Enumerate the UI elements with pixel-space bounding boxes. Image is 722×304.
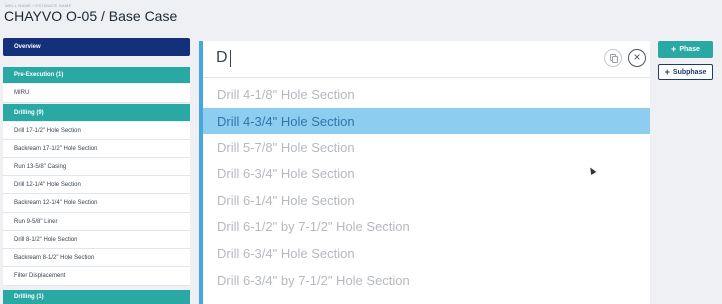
option-item-selected[interactable]: Drill 4-3/4" Hole Section (203, 108, 650, 134)
sidebar-item-label: Run 13-5/8" Casing (14, 163, 67, 170)
option-label: Drill 5-7/8" Hole Section (217, 139, 355, 155)
option-label: Drill 6-3/4" Hole Section (217, 165, 355, 181)
option-item[interactable]: Drill 5-7/8" Hole Section (203, 134, 650, 160)
add-subphase-button[interactable]: + Subphase (658, 64, 713, 80)
option-label: Drill 6-1/2" by 7-1/2" Hole Section (217, 218, 410, 234)
sidebar-item-label: Filter Displacement (14, 273, 66, 279)
option-item[interactable]: Drill 4-1/8" Hole Section (203, 81, 650, 107)
option-label: Drill 6-1/4" Hole Section (217, 192, 355, 208)
plus-icon: + (671, 44, 677, 54)
option-label: Drill 4-1/8" Hole Section (217, 86, 355, 102)
sidebar-item-label: Backream 12-1/4" Hole Section (14, 200, 98, 206)
sidebar-group-pre-execution[interactable]: Pre-Execution (1) (3, 67, 190, 83)
sidebar-item-run-13-5-8-casing[interactable]: Run 13-5/8" Casing (3, 158, 190, 176)
page-title: CHAYVO O-05 / Base Case (4, 8, 178, 24)
option-label: Drill 6-3/4" by 7-1/2" Hole Section (217, 272, 410, 288)
sidebar-item-label: Backream 17-1/2" Hole Section (14, 145, 98, 152)
option-item[interactable]: Drill 6-1/4" Hole Section (203, 187, 650, 213)
sidebar-item-overview[interactable]: Overview (3, 38, 190, 56)
phase-sidebar: Overview Pre-Execution (1) MIRU Drilling… (3, 38, 190, 304)
page-header: WELL NAME / ESTIMATE NAME CHAYVO O-05 / … (0, 0, 722, 33)
sidebar-item-drill-12-1-4[interactable]: Drill 12-1/4" Hole Section (3, 176, 190, 194)
sidebar-item-label: Drilling (1) (14, 294, 44, 300)
option-item[interactable]: Drill 6-3/4" Hole Section (203, 160, 650, 186)
text-caret (230, 50, 231, 67)
divider (203, 77, 650, 78)
sidebar-item-label: Drill 12-1/4" Hole Section (14, 181, 81, 188)
copy-icon-front (612, 56, 618, 63)
sidebar-item-label: Pre-Execution (1) (14, 72, 64, 78)
sidebar-item-run-9-5-8-liner[interactable]: Run 9-5/8" Liner (3, 213, 190, 231)
sidebar-item-drill-8-1-2[interactable]: Drill 8-1/2" Hole Section (3, 231, 190, 249)
option-label: Drill 6-3/4" Hole Section (217, 245, 355, 261)
close-icon: × (633, 50, 641, 64)
sidebar-item-filter-displacement[interactable]: Filter Displacement (3, 267, 190, 286)
phase-search-dialog: D × Drill 4-1/8" Hole Section Drill 4-3/… (199, 41, 650, 304)
add-subphase-label: Subphase (672, 68, 707, 76)
sidebar-group-drilling-2[interactable]: Drilling (1) (3, 290, 190, 304)
add-phase-label: Phase (679, 46, 700, 53)
sidebar-item-label: Drilling (9) (14, 109, 44, 116)
option-item[interactable]: Drill 6-3/4" by 7-1/2" Hole Section (203, 267, 650, 293)
option-label: Drill 4-3/4" Hole Section (217, 113, 355, 129)
sidebar-item-label: Drill 17-1/2" Hole Section (14, 127, 81, 134)
sidebar-group-drilling[interactable]: Drilling (9) (3, 104, 190, 121)
option-item[interactable]: Drill 6-1/2" by 7-1/2" Hole Section (203, 213, 650, 239)
sidebar-item-label: Drill 8-1/2" Hole Section (14, 236, 78, 243)
sidebar-item-drill-17-1-2[interactable]: Drill 17-1/2" Hole Section (3, 122, 190, 140)
sidebar-item-label: Overview (14, 44, 41, 50)
sidebar-item-backream-8-1-2[interactable]: Backream 8-1/2" Hole Section (3, 249, 190, 267)
add-phase-button[interactable]: + Phase (658, 41, 713, 58)
sidebar-item-miru[interactable]: MIRU (3, 84, 190, 103)
sidebar-item-label: Run 9-5/8" Liner (14, 218, 58, 225)
sidebar-item-label: Backream 8-1/2" Hole Section (14, 254, 95, 261)
copy-button[interactable] (604, 49, 622, 67)
search-input[interactable]: D (216, 49, 228, 67)
sidebar-item-backream-17-1-2[interactable]: Backream 17-1/2" Hole Section (3, 140, 190, 158)
option-item[interactable]: Drill 6-3/4" Hole Section (203, 240, 650, 266)
sidebar-item-label: MIRU (14, 90, 30, 96)
plus-icon: + (664, 66, 670, 77)
close-button[interactable]: × (628, 49, 646, 67)
sidebar-item-backream-12-1-4[interactable]: Backream 12-1/4" Hole Section (3, 194, 190, 213)
